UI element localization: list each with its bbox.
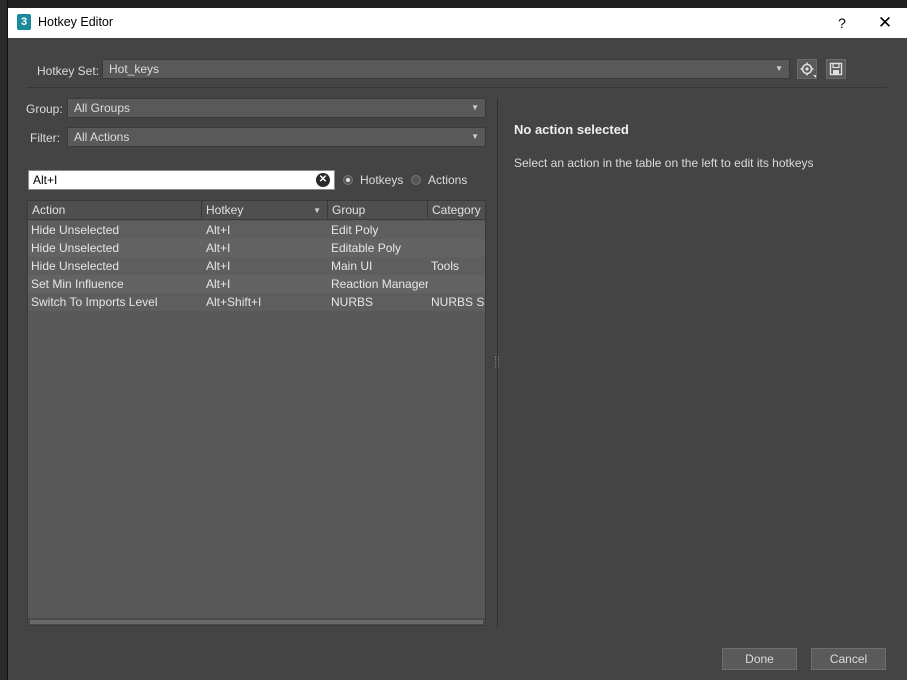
actions-radio-label[interactable]: Actions [428,173,467,187]
cell-action: Switch To Imports Level [31,295,158,309]
dialog-body: Hotkey Set: Hot_keys ▼ Group: All Groups… [8,38,907,680]
table-row[interactable]: Switch To Imports Level Alt+Shift+I NURB… [28,293,485,311]
column-header-action[interactable]: Action [28,201,202,220]
hotkey-set-label: Hotkey Set: [37,64,100,78]
hotkey-set-value: Hot_keys [109,62,160,76]
cell-category: NURBS Sur... [431,295,485,309]
cell-group: Editable Poly [331,241,402,255]
filter-label: Filter: [30,131,60,145]
table-header: Action Hotkey ▼ Group Category [28,201,485,220]
detail-hint: Select an action in the table on the lef… [514,156,814,170]
detail-heading: No action selected [514,122,629,137]
column-header-category[interactable]: Category [428,201,485,220]
chevron-down-icon: ▼ [471,103,479,112]
scrollbar-thumb[interactable] [30,620,483,624]
chevron-down-icon: ▼ [775,64,783,73]
cell-hotkey: Alt+I [206,223,231,237]
help-button[interactable]: ? [832,13,852,33]
gear-icon [800,62,816,78]
settings-button[interactable] [797,59,817,79]
filter-value: All Actions [74,130,130,144]
cell-group: Edit Poly [331,223,379,237]
cell-hotkey: Alt+I [206,277,231,291]
cell-group: Reaction Manager [331,277,428,291]
splitter-grip-icon[interactable] [495,356,499,368]
cell-action: Hide Unselected [31,241,120,255]
clear-x-icon[interactable]: ✕ [316,173,330,187]
table-row[interactable]: Hide Unselected Alt+I Main UI Tools [28,257,485,275]
cell-category [428,275,485,293]
cell-group: Main UI [331,259,373,273]
app-icon: 3 [17,14,31,30]
cell-hotkey: Alt+I [206,259,231,273]
header-separator [27,87,887,88]
cell-category: Tools [431,259,460,273]
search-value: Alt+I [33,173,58,187]
cell-hotkey: Alt+I [206,241,231,255]
group-dropdown[interactable]: All Groups ▼ [67,98,486,118]
actions-table: Action Hotkey ▼ Group Category Hide Unse… [27,200,486,626]
hotkey-set-dropdown[interactable]: Hot_keys ▼ [102,59,790,79]
close-button[interactable]: ✕ [874,12,896,34]
table-row[interactable]: Set Min Influence Alt+I Reaction Manager [28,275,485,293]
column-header-hotkey-label: Hotkey [206,203,244,217]
save-button[interactable] [826,59,846,79]
search-input[interactable]: Alt+I ✕ [28,170,335,190]
hotkeys-radio-label[interactable]: Hotkeys [360,173,403,187]
column-header-hotkey[interactable]: Hotkey ▼ [202,201,328,220]
title-bar: 3 Hotkey Editor ? ✕ [8,8,907,38]
done-button[interactable]: Done [722,648,797,670]
horizontal-scrollbar[interactable] [28,618,485,625]
floppy-disk-icon [829,62,843,76]
cell-category [428,221,485,239]
cell-category [428,239,485,257]
hotkeys-radio[interactable] [343,175,353,185]
table-row[interactable]: Hide Unselected Alt+I Editable Poly [28,239,485,257]
cancel-button[interactable]: Cancel [811,648,886,670]
column-header-group[interactable]: Group [328,201,428,220]
filter-dropdown[interactable]: All Actions ▼ [67,127,486,147]
cell-group: NURBS [331,295,374,309]
chevron-down-icon: ▼ [471,132,479,141]
cell-hotkey: Alt+Shift+I [206,295,262,309]
actions-radio[interactable] [411,175,421,185]
cell-action: Hide Unselected [31,259,120,273]
group-label: Group: [26,102,63,116]
window-title: Hotkey Editor [38,15,114,29]
background-window-edge [0,0,8,680]
table-row[interactable]: Hide Unselected Alt+I Edit Poly [28,221,485,239]
sort-descending-icon: ▼ [313,206,321,215]
cell-action: Set Min Influence [31,277,124,291]
cell-action: Hide Unselected [31,223,120,237]
group-value: All Groups [74,101,131,115]
